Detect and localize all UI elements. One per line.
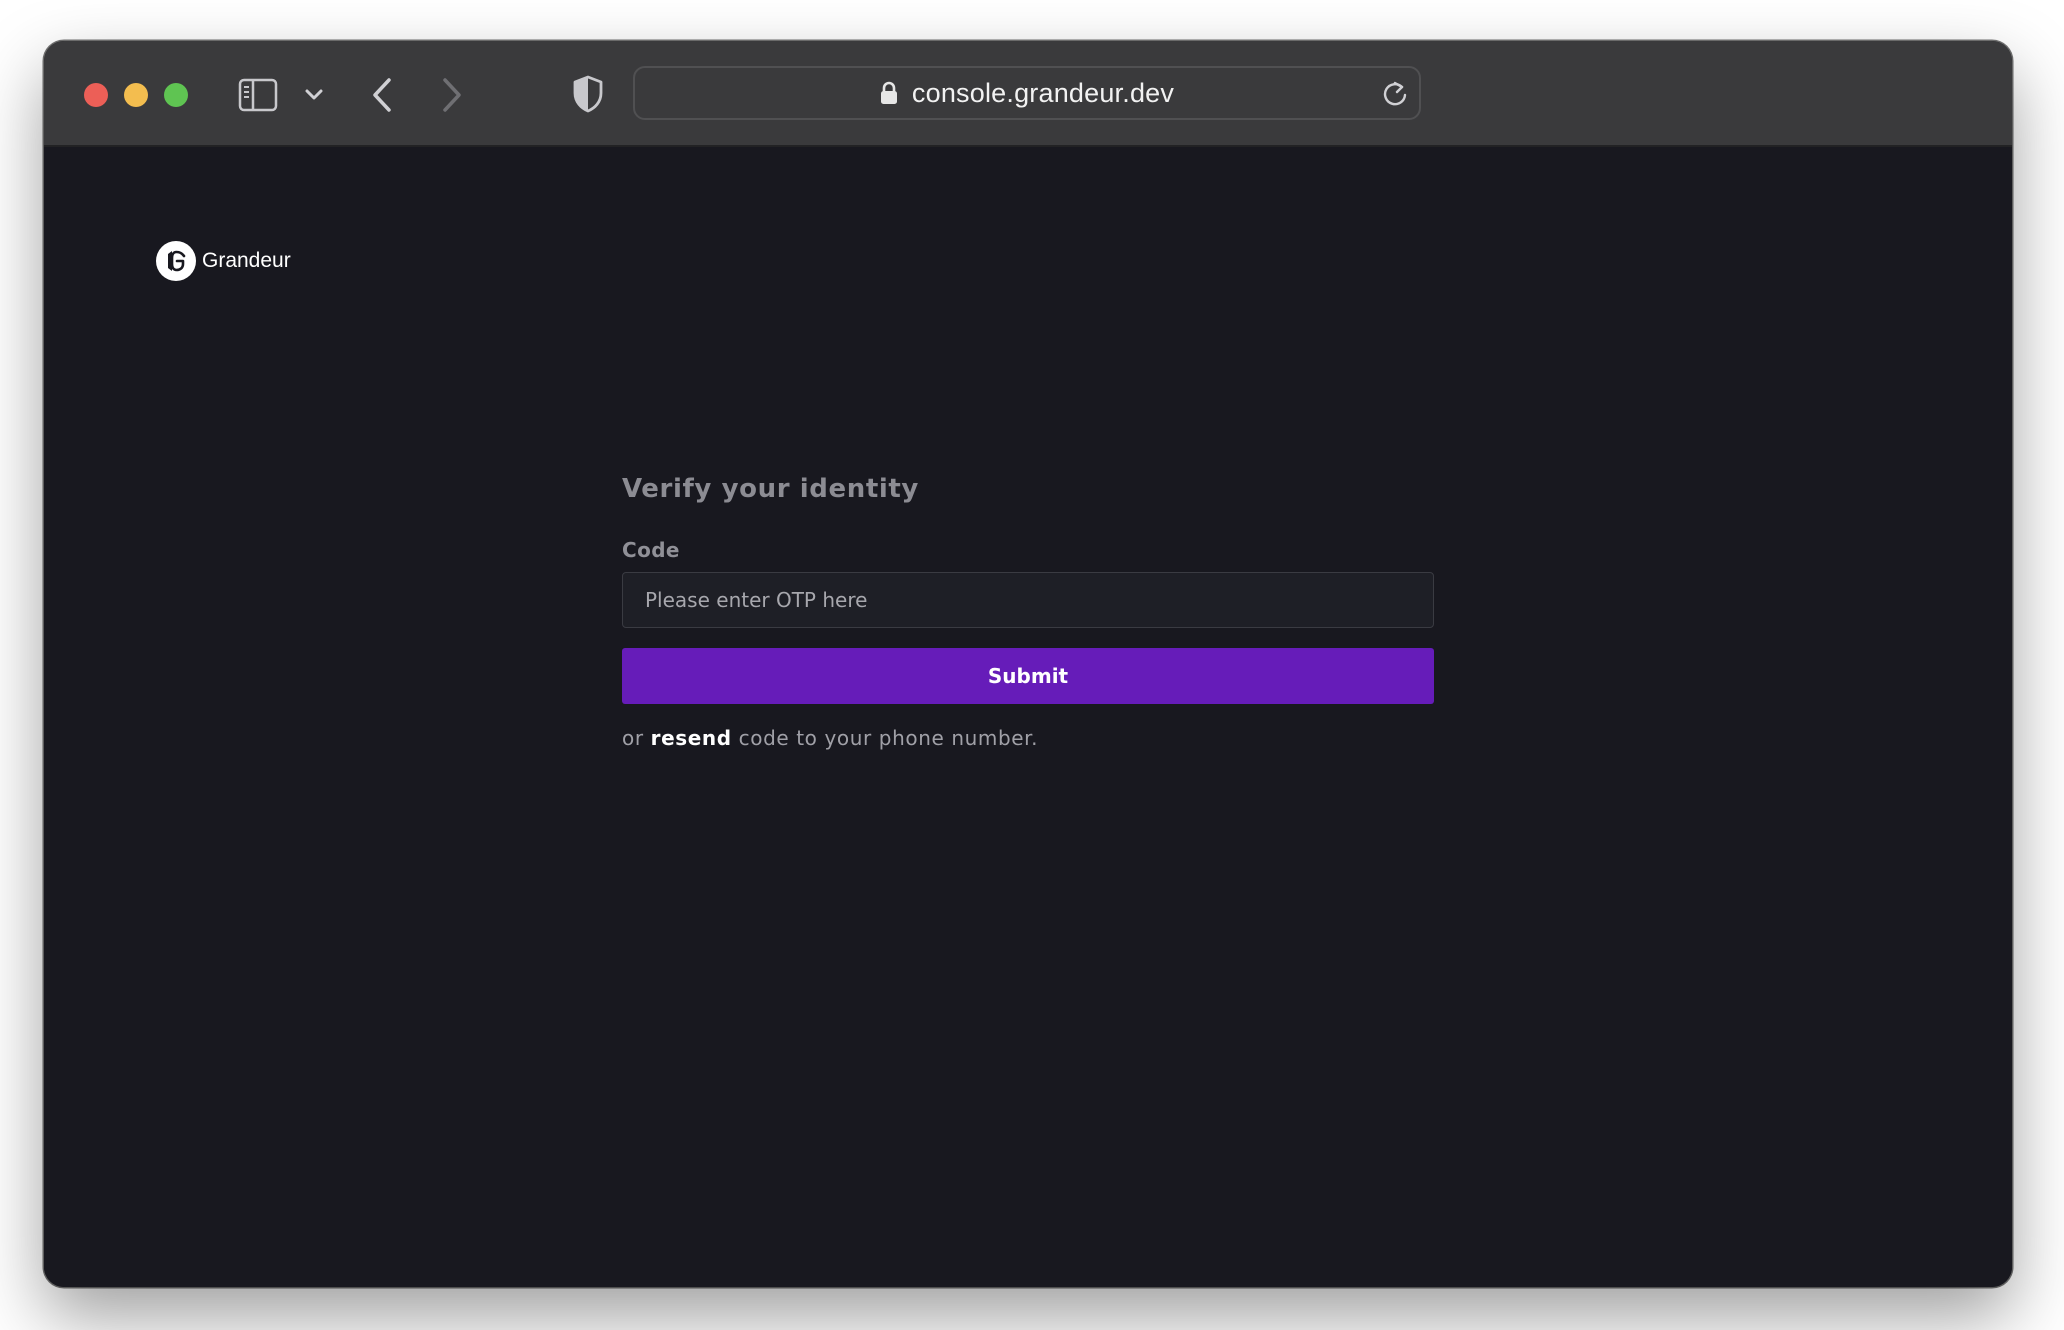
code-label: Code [622,538,680,562]
page-content: Grandeur Verify your identity Code Submi… [44,147,2012,1287]
url-text: console.grandeur.dev [911,77,1175,108]
browser-toolbar: console.grandeur.dev [44,41,2012,147]
resend-prefix: or [622,726,651,750]
back-icon[interactable] [364,73,400,117]
page-title: Verify your identity [622,474,919,504]
grandeur-logo-icon [156,241,196,281]
browser-window: console.grandeur.dev Grandeur Verify you… [44,41,2012,1287]
shield-icon[interactable] [568,71,608,117]
sidebar-icon[interactable] [238,75,278,115]
address-bar[interactable]: console.grandeur.dev [633,66,1421,120]
submit-button[interactable]: Submit [622,648,1434,704]
verify-form: Verify your identity Code Submit or rese… [622,474,1434,750]
forward-icon[interactable] [434,73,470,117]
window-minimize-button[interactable] [124,83,148,107]
resend-line: or resend code to your phone number. [622,726,1434,750]
window-close-button[interactable] [84,83,108,107]
resend-suffix: code to your phone number. [731,726,1039,750]
chevron-down-icon[interactable] [300,81,328,109]
window-maximize-button[interactable] [164,83,188,107]
lock-icon [880,80,900,106]
reload-icon[interactable] [1381,80,1409,108]
resend-link[interactable]: resend [651,726,732,750]
brand-name: Grandeur [202,249,291,272]
otp-input[interactable] [622,572,1434,628]
brand[interactable]: Grandeur [156,241,291,281]
